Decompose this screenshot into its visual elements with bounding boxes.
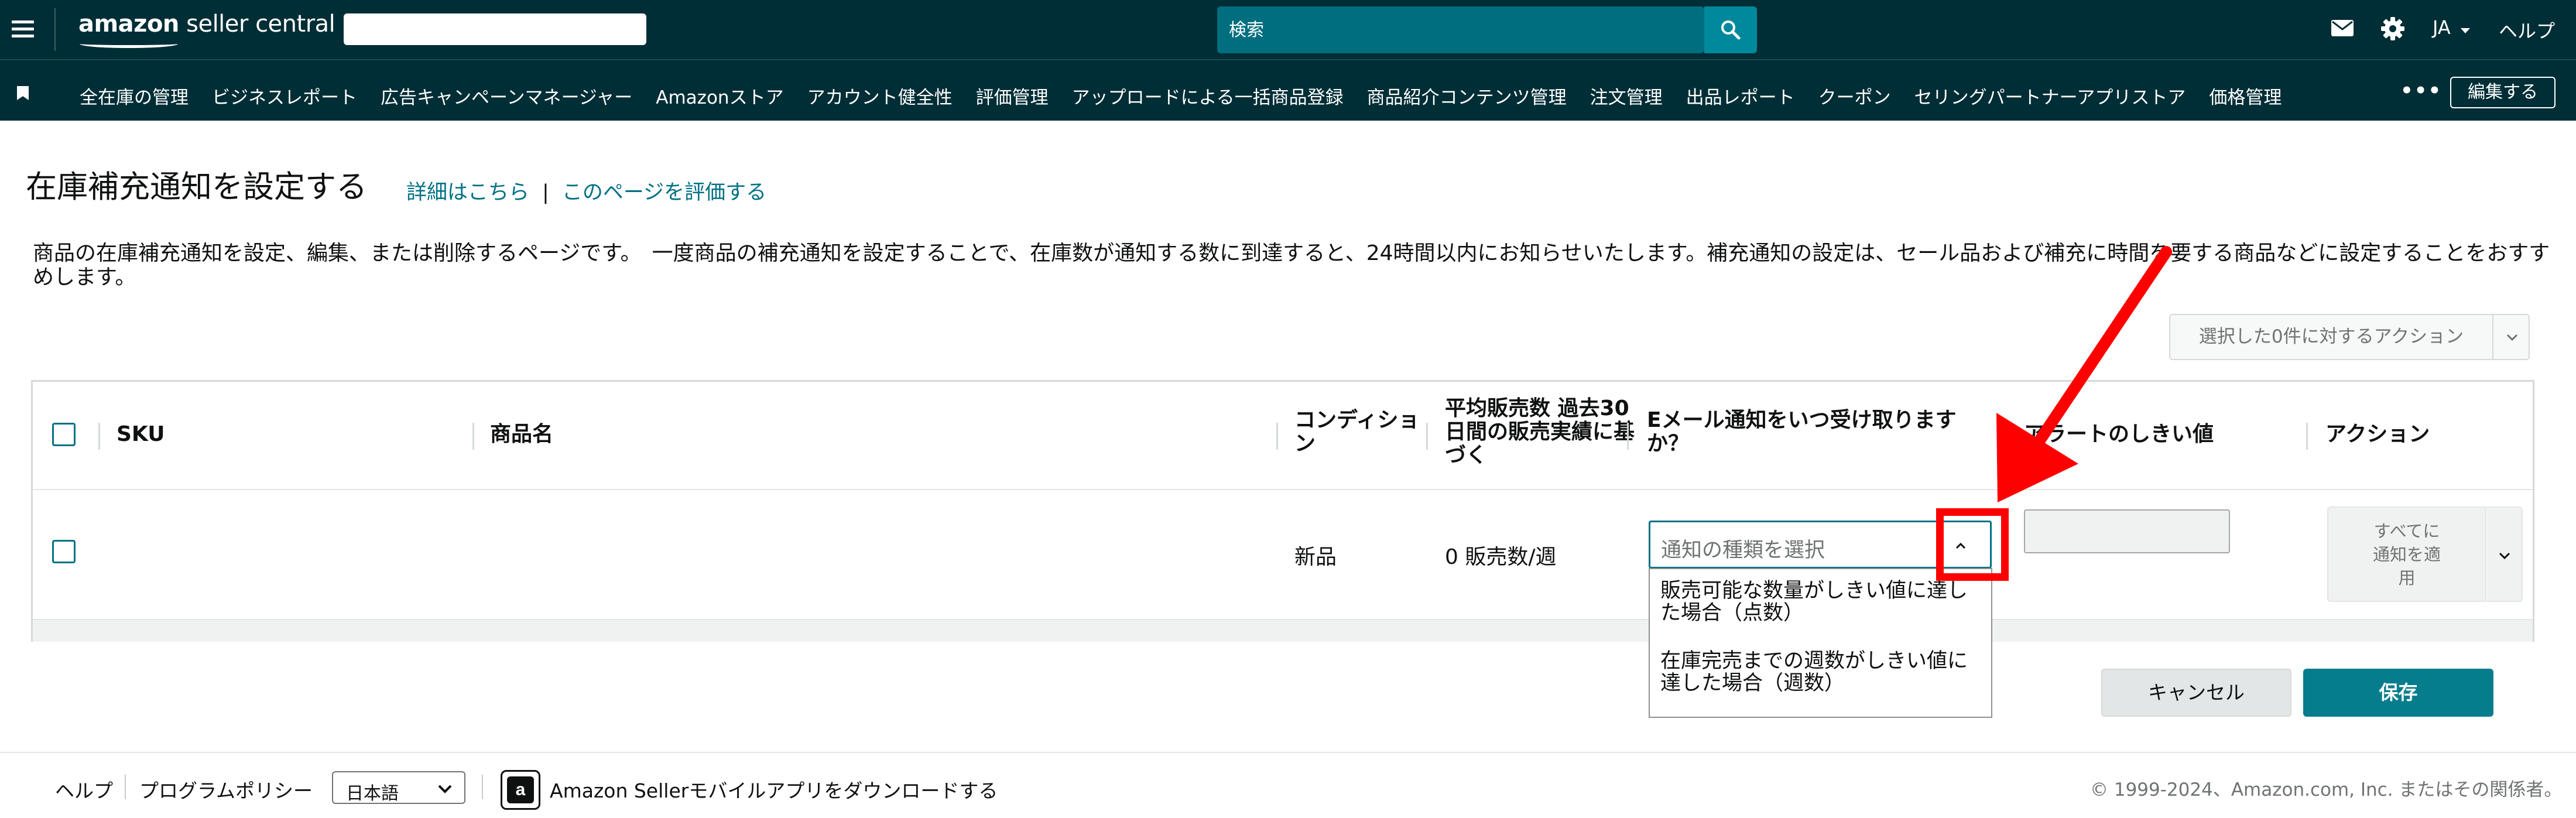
nav-item-a-plus-content[interactable]: 商品紹介コンテンツ管理 <box>1367 83 1567 109</box>
apply-to-all-text: すべてに通知を適用 <box>2372 521 2441 588</box>
chevron-down-icon <box>2499 552 2510 560</box>
rate-page-link[interactable]: このページを評価する <box>562 181 766 204</box>
header-alert-threshold[interactable]: アラートのしきい値 <box>2024 423 2214 446</box>
divider <box>2492 315 2493 359</box>
column-separator <box>2306 423 2308 450</box>
logo-brand: amazon <box>78 11 179 37</box>
search-box <box>1217 6 1704 53</box>
nav-item-account-health[interactable]: アカウント健全性 <box>807 83 953 109</box>
column-separator <box>1426 423 1428 450</box>
footer-language-select[interactable]: 日本語 <box>332 771 465 804</box>
row-condition: 新品 <box>1294 545 1337 569</box>
alert-threshold-input[interactable] <box>2024 509 2230 553</box>
column-separator <box>472 423 474 450</box>
page-description: 商品の在庫補充通知を設定、編集、または削除するページです。 一度商品の補充通知を… <box>33 241 2550 289</box>
row-checkbox[interactable] <box>52 540 76 563</box>
bookmark-icon[interactable] <box>17 86 29 100</box>
nav-item-pricing[interactable]: 価格管理 <box>2209 83 2282 109</box>
nav-item-partner-appstore[interactable]: セリングパートナーアプリストア <box>1914 83 2186 109</box>
more-options-icon[interactable]: ••• <box>2400 79 2442 102</box>
row-average-sales: 0 販売数/週 <box>1445 545 1557 569</box>
footer-separator <box>482 775 483 799</box>
app-download-link[interactable]: Amazon Sellerモバイルアプリをダウンロードする <box>550 775 998 803</box>
restock-alert-table: SKU 商品名 コンディション 平均販売数 過去30日間の販売実績に基づく Eメ… <box>31 380 2534 718</box>
footer-language-value: 日本語 <box>346 783 399 804</box>
nav-item-amazon-stores[interactable]: Amazonストア <box>656 83 783 109</box>
mail-icon[interactable] <box>2331 19 2354 37</box>
option-weeks-of-cover[interactable]: 在庫完売までの週数がしきい値に達した場合（週数） <box>1660 650 1986 694</box>
select-all-checkbox[interactable] <box>52 423 76 446</box>
nav-item-inventory[interactable]: 全在庫の管理 <box>80 83 189 109</box>
apply-to-all-label: すべてに通知を適用 <box>2328 519 2485 590</box>
footer-policy-link[interactable]: プログラムポリシー <box>139 775 313 803</box>
bulk-action-dropdown[interactable]: 選択した0件に対するアクション <box>2169 314 2530 360</box>
footer: ヘルプ プログラムポリシー 日本語 a Amazon Sellerモバイルアプリ… <box>0 754 2576 818</box>
logo-product: seller central <box>179 11 335 37</box>
logo-smile <box>80 40 178 48</box>
page-title: 在庫補充通知を設定する <box>26 169 367 205</box>
footer-help-link[interactable]: ヘルプ <box>55 775 113 803</box>
seller-central-logo[interactable]: amazon seller central <box>78 11 335 48</box>
column-separator <box>98 423 100 450</box>
search-input[interactable] <box>1229 15 1697 45</box>
table-footer-strip <box>33 619 2533 642</box>
apply-to-all-button[interactable]: すべてに通知を適用 <box>2327 506 2486 602</box>
option-sellable-quantity[interactable]: 販売可能な数量がしきい値に達した場合（点数） <box>1660 580 1986 624</box>
navigation-bar: 全在庫の管理 ビジネスレポート 広告キャンペーンマネージャー Amazonストア… <box>0 59 2576 121</box>
table-header: SKU 商品名 コンディション 平均販売数 過去30日間の販売実績に基づく Eメ… <box>33 382 2533 490</box>
cancel-button[interactable]: キャンセル <box>2101 669 2291 717</box>
menu-icon[interactable] <box>12 20 34 38</box>
seller-app-icon[interactable]: a <box>501 770 540 810</box>
nav-item-campaign-manager[interactable]: 広告キャンペーンマネージャー <box>381 83 632 109</box>
footer-separator <box>125 775 126 799</box>
learn-more-link[interactable]: 詳細はこちら <box>406 181 529 204</box>
chevron-down-icon <box>2506 334 2518 341</box>
language-label: JA <box>2433 16 2451 39</box>
header-action: アクション <box>2325 422 2430 446</box>
nav-item-orders[interactable]: 注文管理 <box>1590 83 1663 109</box>
nav-item-business-reports[interactable]: ビジネスレポート <box>212 83 357 109</box>
bulk-action-label: 選択した0件に対するアクション <box>2198 326 2464 347</box>
search-button[interactable] <box>1704 6 1757 53</box>
title-links: 詳細はこちら | このページを評価する <box>406 176 766 206</box>
gear-icon[interactable] <box>2380 16 2405 41</box>
column-separator <box>1627 423 1629 450</box>
copyright: © 1999-2024、Amazon.com, Inc. またはその関係者。 <box>2090 779 2563 800</box>
notification-type-placeholder: 通知の種類を選択 <box>1661 539 1825 562</box>
nav-item-bulk-upload[interactable]: アップロードによる一括商品登録 <box>1072 83 1344 109</box>
header-condition[interactable]: コンディション <box>1294 409 1426 456</box>
row-action-dropdown[interactable] <box>2487 506 2523 602</box>
nav-item-listing-reports[interactable]: 出品レポート <box>1686 83 1795 109</box>
header-product-name[interactable]: 商品名 <box>490 423 553 446</box>
header-sku[interactable]: SKU <box>117 423 165 446</box>
link-separator: | <box>542 181 549 204</box>
header-average-sales[interactable]: 平均販売数 過去30日間の販売実績に基づく <box>1445 397 1638 467</box>
search-icon <box>1721 20 1741 40</box>
nav-items: 全在庫の管理 ビジネスレポート 広告キャンペーンマネージャー Amazonストア… <box>80 83 2305 109</box>
highlight-box <box>1936 508 2009 581</box>
language-selector[interactable]: JA <box>2433 16 2471 39</box>
top-bar: amazon seller central JA ヘルプ <box>0 0 2576 59</box>
chevron-down-icon <box>438 785 452 793</box>
seller-app-logo: a <box>507 776 534 803</box>
help-link[interactable]: ヘルプ <box>2499 16 2555 43</box>
column-separator <box>1276 423 1278 450</box>
edit-nav-button[interactable]: 編集する <box>2450 77 2556 108</box>
header-email-notification[interactable]: Eメール通知をいつ受け取りますか？ <box>1647 409 1992 456</box>
caret-down-icon <box>2460 28 2470 33</box>
nav-item-feedback[interactable]: 評価管理 <box>976 83 1049 109</box>
marketplace-selector[interactable] <box>344 13 646 45</box>
divider <box>54 8 56 51</box>
save-button[interactable]: 保存 <box>2303 669 2493 717</box>
nav-item-coupons[interactable]: クーポン <box>1818 83 1891 109</box>
notification-type-options: 販売可能な数量がしきい値に達した場合（点数） 在庫完売までの週数がしきい値に達し… <box>1649 568 1992 718</box>
column-separator <box>2004 423 2006 450</box>
footer-divider <box>0 752 2576 753</box>
